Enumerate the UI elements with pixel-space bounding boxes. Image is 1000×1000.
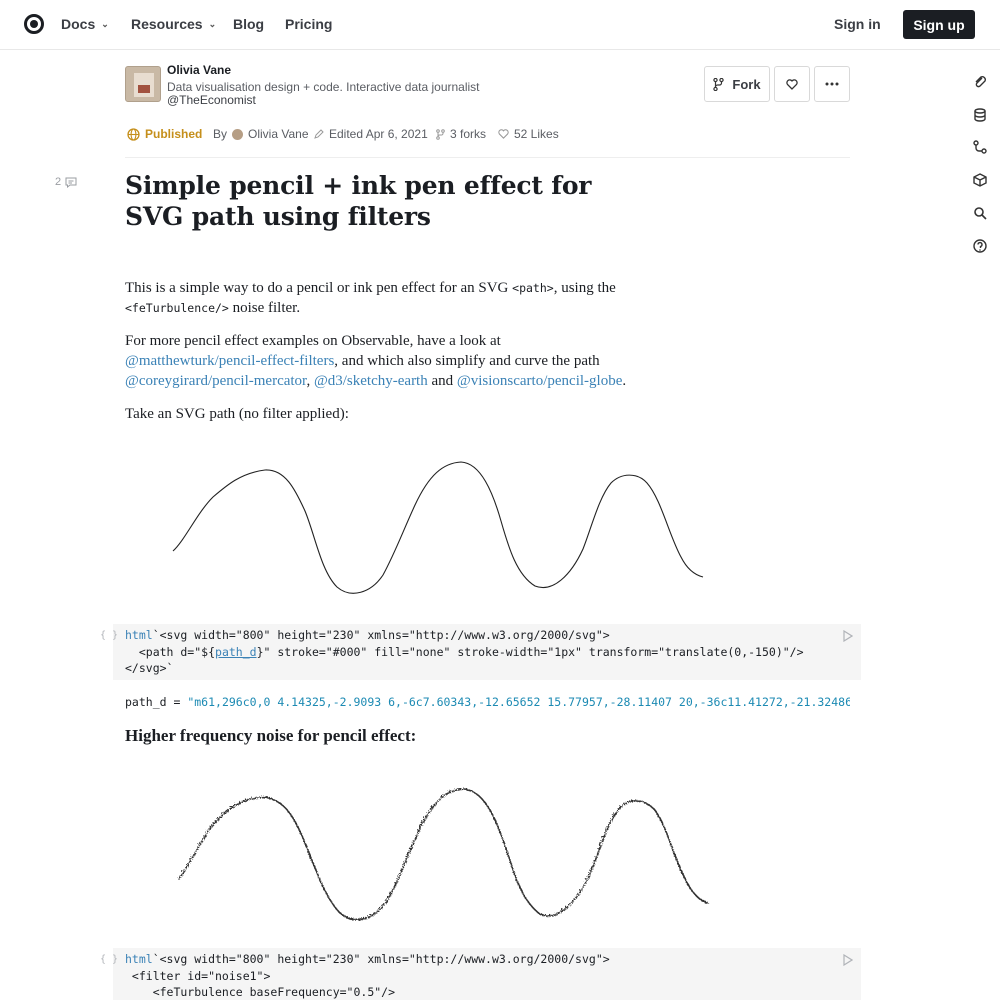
code-token: </svg>`: [125, 661, 174, 675]
likes-count[interactable]: 52 Likes: [498, 127, 559, 141]
nav-docs[interactable]: Docs ⌄: [61, 16, 109, 32]
sign-up-button[interactable]: Sign up: [903, 10, 975, 39]
intro-paragraph-1: This is a simple way to do a pencil or i…: [125, 278, 616, 318]
code-cell-2-source[interactable]: html`<svg width="800" height="230" xmlns…: [125, 951, 610, 1000]
run-icon[interactable]: [843, 954, 853, 966]
more-options-button[interactable]: [814, 66, 850, 102]
comments-indicator[interactable]: 2: [55, 176, 77, 188]
edited-date[interactable]: Edited Apr 6, 2021: [314, 127, 428, 141]
more-icon: [825, 82, 839, 86]
page-title: Simple pencil + ink pen effect for SVG p…: [125, 171, 592, 231]
code-token: }" stroke="#000" fill="none" stroke-widt…: [256, 644, 804, 659]
plain-path-plot: [172, 461, 704, 594]
separator: ,: [306, 373, 314, 389]
output-value: "m61,296c0,0 4.14325,-2.9093 6,-6c7.6034…: [187, 695, 850, 709]
heart-icon: [498, 129, 509, 139]
intro-text: , and which also simplify and curve the …: [334, 353, 600, 369]
globe-icon: [127, 127, 140, 141]
author-name[interactable]: Olivia Vane: [167, 63, 231, 77]
top-nav: Docs ⌄ Resources ⌄ Blog Pricing Sign in …: [0, 0, 1000, 50]
code-token: html: [125, 952, 153, 966]
code-variable-ref[interactable]: path_d: [215, 645, 257, 659]
search-icon[interactable]: [972, 205, 988, 221]
output-eq: =: [166, 695, 188, 709]
paperclip-icon[interactable]: [972, 74, 988, 90]
nav-resources[interactable]: Resources ⌄: [131, 16, 216, 32]
inline-code-feturbulence: <feTurbulence/>: [125, 301, 229, 315]
nav-resources-label: Resources: [131, 16, 203, 32]
nav-pricing[interactable]: Pricing: [285, 16, 332, 32]
byline-name: Olivia Vane: [248, 127, 309, 141]
pencil-icon: [314, 129, 324, 139]
by-label: By: [213, 127, 228, 141]
published-badge: Published: [127, 127, 202, 141]
forks-count[interactable]: 3 forks: [436, 127, 486, 141]
intro-paragraph-3: Take an SVG path (no filter applied):: [125, 406, 349, 422]
sign-in-link[interactable]: Sign in: [834, 16, 881, 32]
nav-blog[interactable]: Blog: [233, 16, 264, 32]
pencil-path-plot: [176, 787, 708, 920]
intro-text: This is a simple way to do a pencil or i…: [125, 280, 513, 296]
author-bio: Data visualisation design + code. Intera…: [167, 80, 480, 94]
forks-label: 3 forks: [450, 127, 487, 141]
intro-text: , using the: [553, 280, 616, 296]
published-label: Published: [145, 127, 203, 141]
intro-text: For more pencil effect examples on Obser…: [125, 333, 501, 349]
link-sketchy-earth[interactable]: @d3/sketchy-earth: [314, 373, 428, 389]
inline-code-path: <path>: [512, 281, 554, 295]
database-icon[interactable]: [972, 107, 988, 123]
code-token: <feTurbulence baseFrequency="0.5"/>: [125, 985, 396, 999]
heart-icon: [786, 78, 798, 90]
code-token: <path d="${: [125, 644, 216, 659]
code-token: `<svg width="800" height="230" xmlns="ht…: [152, 628, 610, 642]
observable-logo[interactable]: [24, 14, 44, 34]
run-icon[interactable]: [843, 630, 853, 642]
author-avatar-small: [232, 128, 244, 140]
chevron-down-icon: ⌄: [208, 18, 217, 29]
fork-button[interactable]: Fork: [704, 66, 770, 102]
author-handle: @TheEconomist: [167, 93, 256, 107]
package-icon[interactable]: [972, 172, 988, 188]
code-cell-1-source[interactable]: html`<svg width="800" height="230" xmlns…: [125, 627, 804, 677]
code-token: `<svg width="800" height="230" xmlns="ht…: [152, 952, 610, 966]
pencil-path: [176, 787, 708, 920]
output-name: path_d: [125, 695, 167, 709]
code-token: <filter id="noise1">: [125, 968, 271, 983]
link-matthewturk[interactable]: @matthewturk/pencil-effect-filters: [125, 353, 334, 369]
intro-text: and: [427, 373, 457, 389]
intro-text: noise filter.: [228, 300, 301, 316]
intro-paragraph-2: For more pencil effect examples on Obser…: [125, 331, 626, 391]
code-token: html: [125, 628, 153, 642]
nav-blog-label: Blog: [233, 16, 265, 32]
edited-label: Edited Apr 6, 2021: [329, 127, 428, 141]
cell-bracket-icon[interactable]: { }: [100, 954, 118, 965]
chevron-down-icon: ⌄: [101, 18, 109, 29]
nav-docs-label: Docs: [61, 16, 96, 32]
help-icon[interactable]: [972, 238, 988, 254]
section-heading: Higher frequency noise for pencil effect…: [125, 726, 417, 745]
nav-pricing-label: Pricing: [285, 16, 333, 32]
path-d-output[interactable]: path_d = "m61,296c0,0 4.14325,-2.9093 6,…: [125, 695, 850, 709]
fork-icon: [713, 77, 725, 91]
likes-label: 52 Likes: [514, 127, 559, 141]
comment-icon: [65, 177, 77, 188]
intro-text: .: [622, 373, 627, 389]
link-pencil-globe[interactable]: @visionscarto/pencil-globe: [457, 373, 622, 389]
plain-path: [172, 461, 704, 594]
comments-count: 2: [55, 176, 62, 188]
fork-label: Fork: [732, 76, 761, 92]
author-avatar[interactable]: [125, 66, 161, 102]
like-button[interactable]: [774, 66, 810, 102]
cell-bracket-icon[interactable]: { }: [100, 630, 118, 641]
fork-icon: [436, 128, 445, 140]
header-divider: [125, 157, 850, 158]
dependencies-icon[interactable]: [972, 139, 988, 155]
byline[interactable]: By Olivia Vane: [213, 127, 309, 141]
link-coreygirard[interactable]: @coreygirard/pencil-mercator: [125, 373, 306, 389]
